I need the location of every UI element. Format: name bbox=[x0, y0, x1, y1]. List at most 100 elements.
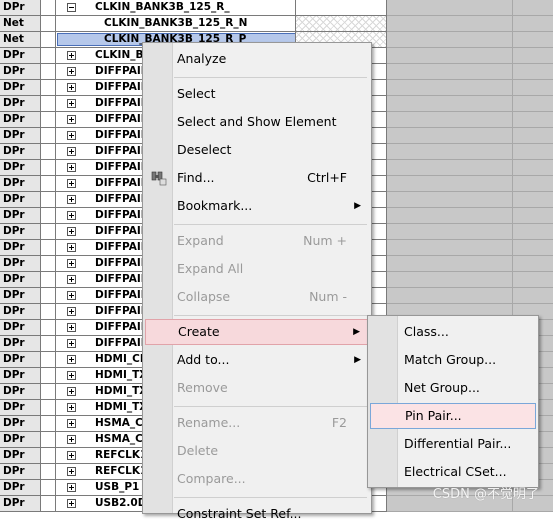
menu-item-expand[interactable]: Expand Num + bbox=[145, 228, 369, 254]
menu-item-rename[interactable]: Rename... F2 bbox=[145, 410, 369, 436]
submenu-item-electrical-cset[interactable]: Electrical CSet... bbox=[370, 459, 536, 485]
expand-icon[interactable] bbox=[67, 275, 76, 284]
expand-icon[interactable] bbox=[67, 435, 76, 444]
expand-icon[interactable] bbox=[67, 99, 76, 108]
value-cell[interactable] bbox=[513, 48, 553, 64]
expand-icon[interactable] bbox=[67, 323, 76, 332]
value-cell[interactable] bbox=[387, 96, 513, 112]
expand-icon[interactable] bbox=[67, 387, 76, 396]
object-name-cell[interactable]: CLKIN_BANK3B_125_R_ bbox=[56, 0, 296, 16]
value-cell[interactable] bbox=[387, 80, 513, 96]
value-cell[interactable] bbox=[387, 112, 513, 128]
value-cell[interactable] bbox=[387, 224, 513, 240]
expand-icon[interactable] bbox=[67, 211, 76, 220]
menu-item-label: Class... bbox=[404, 324, 449, 339]
value-cell[interactable] bbox=[513, 0, 553, 16]
submenu-item-match-group[interactable]: Match Group... bbox=[370, 347, 536, 373]
table-row[interactable]: Net CLKIN_BANK3B_125_R_N bbox=[0, 16, 553, 32]
expand-icon[interactable] bbox=[67, 131, 76, 140]
menu-item-select[interactable]: Select bbox=[145, 81, 369, 107]
object-name: CLKIN_B bbox=[95, 49, 144, 61]
value-cell[interactable] bbox=[296, 16, 387, 32]
expand-icon[interactable] bbox=[67, 451, 76, 460]
expand-icon[interactable] bbox=[67, 115, 76, 124]
menu-item-delete[interactable]: Delete bbox=[145, 438, 369, 464]
submenu-arrow-icon: ▶ bbox=[354, 355, 361, 365]
value-cell[interactable] bbox=[387, 192, 513, 208]
value-cell[interactable] bbox=[513, 64, 553, 80]
value-cell[interactable] bbox=[387, 288, 513, 304]
value-cell[interactable] bbox=[513, 128, 553, 144]
expand-icon[interactable] bbox=[67, 67, 76, 76]
value-cell[interactable] bbox=[513, 112, 553, 128]
collapse-icon[interactable] bbox=[67, 3, 76, 12]
value-cell[interactable] bbox=[387, 256, 513, 272]
menu-item-find[interactable]: Find... Ctrl+F bbox=[145, 165, 369, 191]
value-cell[interactable] bbox=[296, 0, 387, 16]
value-cell[interactable] bbox=[513, 224, 553, 240]
value-cell[interactable] bbox=[513, 208, 553, 224]
expand-icon[interactable] bbox=[67, 499, 76, 508]
submenu-item-differential-pair[interactable]: Differential Pair... bbox=[370, 431, 536, 457]
expand-icon[interactable] bbox=[67, 259, 76, 268]
object-name-cell[interactable]: CLKIN_BANK3B_125_R_N bbox=[56, 16, 296, 32]
menu-item-compare[interactable]: Compare... bbox=[145, 466, 369, 492]
expand-icon[interactable] bbox=[67, 243, 76, 252]
value-cell[interactable] bbox=[513, 160, 553, 176]
menu-item-remove[interactable]: Remove bbox=[145, 375, 369, 401]
value-cell[interactable] bbox=[387, 240, 513, 256]
expand-icon[interactable] bbox=[67, 355, 76, 364]
expand-icon[interactable] bbox=[67, 403, 76, 412]
value-cell[interactable] bbox=[387, 32, 513, 48]
value-cell[interactable] bbox=[387, 272, 513, 288]
table-row[interactable]: DPr CLKIN_BANK3B_125_R_ bbox=[0, 0, 553, 16]
expand-icon[interactable] bbox=[67, 307, 76, 316]
expand-icon[interactable] bbox=[67, 147, 76, 156]
value-cell[interactable] bbox=[387, 48, 513, 64]
submenu-item-net-group[interactable]: Net Group... bbox=[370, 375, 536, 401]
expand-icon[interactable] bbox=[67, 163, 76, 172]
expand-icon[interactable] bbox=[67, 483, 76, 492]
expand-icon[interactable] bbox=[67, 51, 76, 60]
value-cell[interactable] bbox=[387, 16, 513, 32]
menu-item-analyze[interactable]: Analyze bbox=[145, 46, 369, 72]
expand-icon[interactable] bbox=[67, 339, 76, 348]
submenu-item-pin-pair[interactable]: Pin Pair... bbox=[370, 403, 536, 429]
menu-item-add-to[interactable]: Add to... ▶ bbox=[145, 347, 369, 373]
menu-item-expand-all[interactable]: Expand All bbox=[145, 256, 369, 282]
expand-icon[interactable] bbox=[67, 83, 76, 92]
value-cell[interactable] bbox=[387, 176, 513, 192]
value-cell[interactable] bbox=[387, 0, 513, 16]
expand-icon[interactable] bbox=[67, 467, 76, 476]
value-cell[interactable] bbox=[387, 160, 513, 176]
expand-icon[interactable] bbox=[67, 179, 76, 188]
value-cell[interactable] bbox=[513, 272, 553, 288]
menu-item-deselect[interactable]: Deselect bbox=[145, 137, 369, 163]
value-cell[interactable] bbox=[513, 16, 553, 32]
submenu-item-class[interactable]: Class... bbox=[370, 319, 536, 345]
expand-icon[interactable] bbox=[67, 371, 76, 380]
expand-icon[interactable] bbox=[67, 195, 76, 204]
value-cell[interactable] bbox=[513, 176, 553, 192]
menu-item-select-and-show-element[interactable]: Select and Show Element bbox=[145, 109, 369, 135]
value-cell[interactable] bbox=[513, 240, 553, 256]
value-cell[interactable] bbox=[387, 208, 513, 224]
value-cell[interactable] bbox=[513, 96, 553, 112]
value-cell[interactable] bbox=[513, 288, 553, 304]
value-cell[interactable] bbox=[387, 128, 513, 144]
menu-item-constraint-set-ref[interactable]: Constraint Set Ref... bbox=[145, 501, 369, 527]
object-type-cell: DPr bbox=[0, 416, 41, 432]
value-cell[interactable] bbox=[387, 144, 513, 160]
expand-icon[interactable] bbox=[67, 419, 76, 428]
value-cell[interactable] bbox=[513, 80, 553, 96]
value-cell[interactable] bbox=[513, 256, 553, 272]
value-cell[interactable] bbox=[387, 64, 513, 80]
value-cell[interactable] bbox=[513, 144, 553, 160]
value-cell[interactable] bbox=[513, 192, 553, 208]
expand-icon[interactable] bbox=[67, 291, 76, 300]
expand-icon[interactable] bbox=[67, 227, 76, 236]
menu-item-collapse[interactable]: Collapse Num - bbox=[145, 284, 369, 310]
value-cell[interactable] bbox=[513, 32, 553, 48]
menu-item-create[interactable]: Create ▶ bbox=[145, 319, 369, 345]
menu-item-bookmark[interactable]: Bookmark... ▶ bbox=[145, 193, 369, 219]
